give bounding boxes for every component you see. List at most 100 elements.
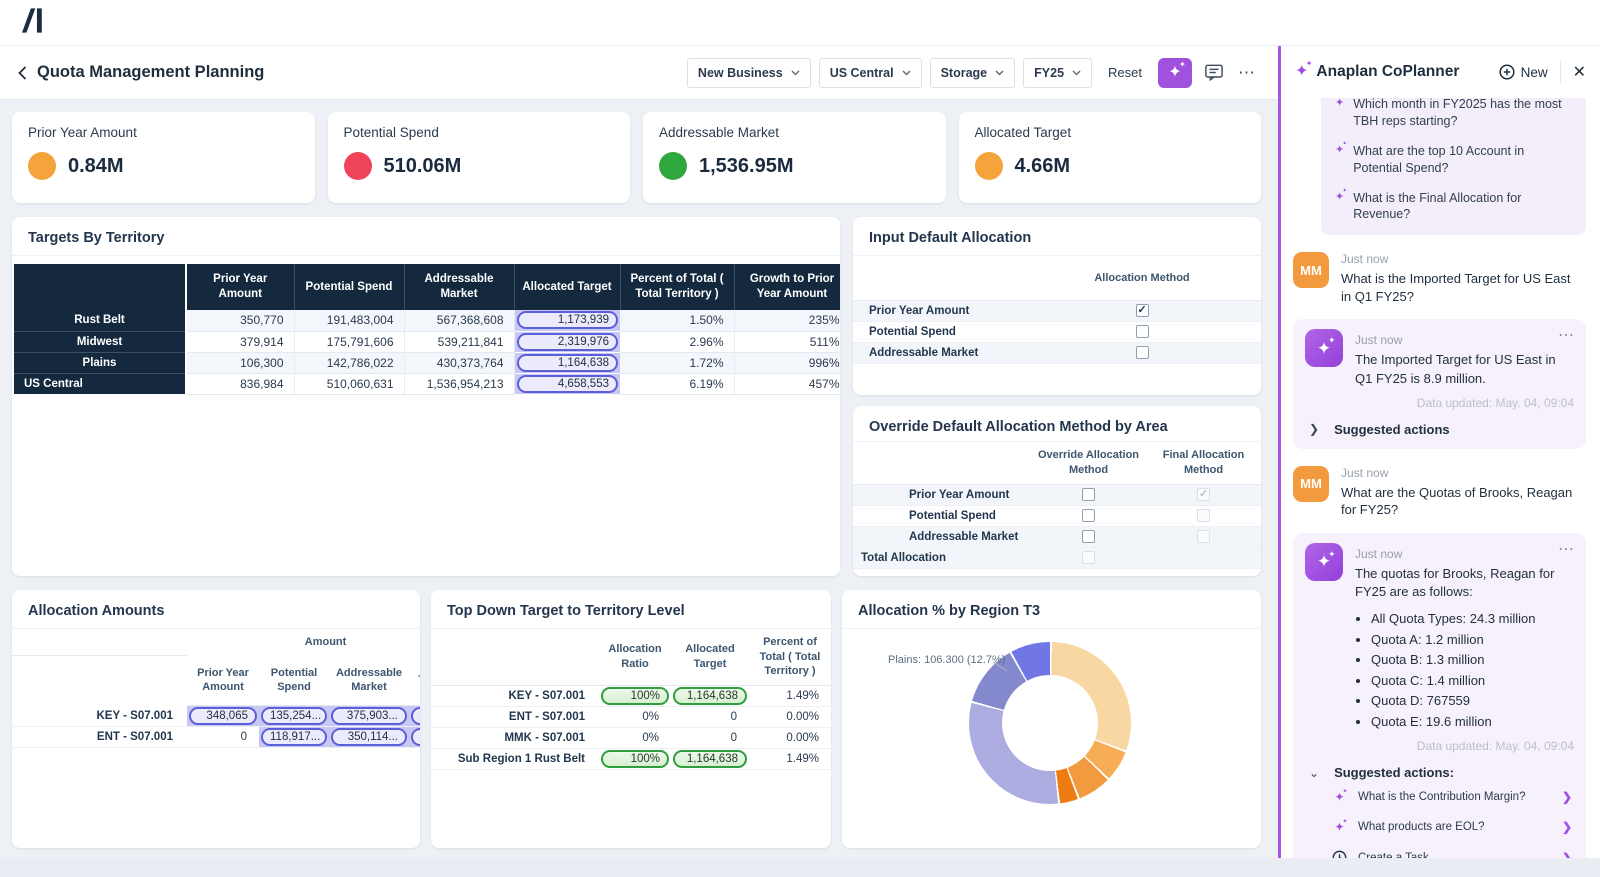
list-item: Quota B: 1.3 million <box>1371 650 1574 670</box>
table-row: Total Allocation <box>853 547 1261 569</box>
reset-button[interactable]: Reset <box>1108 65 1142 80</box>
suggestion-text: What is the Final Allocation for Revenue… <box>1353 190 1522 222</box>
sparkle-icon: ✦ <box>1335 98 1347 130</box>
kpi-card-allocated-target: Allocated Target 4.66M <box>958 112 1261 203</box>
coplanner-header: ✦ Anaplan CoPlanner New ✕ <box>1281 46 1600 98</box>
kpi-label: Potential Spend <box>343 125 439 140</box>
column-header: Addressable Market <box>329 655 409 706</box>
editable-cell[interactable]: 135,254... <box>259 705 329 727</box>
suggestion-item[interactable]: ✦ What are the top 10 Account in Potenti… <box>1335 142 1572 177</box>
editable-cell[interactable]: 1,173,939 <box>514 310 620 332</box>
table-row: Prior Year Amount <box>853 484 1261 506</box>
card-title: Input Default Allocation <box>853 217 1261 256</box>
editable-cell[interactable]: 1,164,638 <box>671 748 749 770</box>
column-header: Override Allocation Method <box>1031 442 1146 485</box>
chevron-down-icon: ⌄ <box>1309 765 1320 780</box>
allocation-method-checkbox[interactable] <box>1135 325 1149 338</box>
close-icon[interactable]: ✕ <box>1573 62 1586 82</box>
allocation-amounts-card: Allocation Amounts Amount Prior Year Amo… <box>12 590 420 848</box>
kpi-value: 510.06M <box>383 154 462 177</box>
message-menu-icon[interactable]: ⋯ <box>1558 539 1574 559</box>
editable-cell[interactable]: 348,065 <box>187 705 259 727</box>
column-header: Allocated Target <box>671 629 749 686</box>
back-button[interactable] <box>18 65 27 80</box>
editable-cell[interactable]: 1,164,638 <box>671 685 749 707</box>
new-conversation-button[interactable]: New <box>1499 64 1548 80</box>
editable-cell[interactable]: 350,114... <box>329 726 409 748</box>
coplanner-title: Anaplan CoPlanner <box>1316 63 1460 80</box>
table-row: Addressable Market <box>853 526 1261 548</box>
ai-message: ⋯ ✦ Just now The Imported Target for US … <box>1293 319 1586 449</box>
action-label: Create a Task <box>1358 851 1429 858</box>
kpi-value: 1,536.95M <box>699 154 794 177</box>
editable-cell[interactable]: 118,917... <box>259 726 329 748</box>
editable-cell[interactable]: 469 <box>409 726 420 748</box>
dashboard-content: Prior Year Amount 0.84M Potential Spend … <box>0 100 1278 858</box>
targets-table: Prior Year Amount Potential Spend Addres… <box>14 264 840 395</box>
editable-cell[interactable]: 2,319,976 <box>514 331 620 353</box>
column-header: T Alloc <box>409 655 420 706</box>
suggestion-text: Which month in FY2025 has the most TBH r… <box>1353 98 1562 128</box>
override-method-checkbox[interactable] <box>1082 530 1095 543</box>
main-area: Quota Management Planning New Business U… <box>0 46 1278 858</box>
editable-cell[interactable]: 100% <box>599 685 671 707</box>
topbar <box>0 0 1600 46</box>
kpi-label: Allocated Target <box>974 125 1072 140</box>
action-label: What is the Contribution Margin? <box>1358 791 1526 804</box>
allocation-method-checkbox[interactable] <box>1135 303 1149 317</box>
override-method-checkbox[interactable] <box>1082 509 1095 522</box>
top-down-target-card: Top Down Target to Territory Level Alloc… <box>431 590 831 848</box>
donut-chart <box>969 642 1131 804</box>
data-updated-note: Data updated: May. 04, 09:04 <box>1416 739 1574 754</box>
chevron-down-icon <box>902 69 911 76</box>
editable-cell[interactable]: 511 <box>409 705 420 727</box>
suggestion-item[interactable]: ✦ Which month in FY2025 has the most TBH… <box>1335 98 1572 130</box>
table-row: Sub Region 1 Rust Belt 100% 1,164,638 1.… <box>431 748 831 770</box>
filter-new-business[interactable]: New Business <box>686 57 811 88</box>
list-item: Quota A: 1.2 million <box>1371 630 1574 650</box>
list-item: Quota D: 767559 <box>1371 691 1574 711</box>
message-text: The Imported Target for US East in Q1 FY… <box>1355 352 1556 386</box>
action-contribution-margin[interactable]: ✦ What is the Contribution Margin? ❯ <box>1331 782 1572 812</box>
kpi-value: 0.84M <box>68 154 124 177</box>
sparkle-icon: ✦ <box>1334 818 1347 833</box>
action-label: What products are EOL? <box>1358 821 1485 834</box>
more-options-button[interactable]: ⋯ <box>1236 63 1258 83</box>
suggestion-item[interactable]: ✦ What is the Final Allocation for Reven… <box>1335 189 1572 224</box>
chevron-down-icon <box>791 69 800 76</box>
action-products-eol[interactable]: ✦ What products are EOL? ❯ <box>1331 812 1572 842</box>
editable-cell[interactable]: 375,903... <box>329 705 409 727</box>
sparkle-icon: ✦ <box>1317 549 1336 570</box>
copilot-sparkle-button[interactable]: ✦ <box>1158 57 1192 88</box>
group-header: Amount <box>304 636 347 648</box>
allocation-method-checkbox[interactable] <box>1135 346 1149 359</box>
override-method-checkbox[interactable] <box>1082 488 1095 501</box>
filter-product[interactable]: Storage <box>929 57 1016 88</box>
row-label: US Central <box>14 373 187 395</box>
card-title: Top Down Target to Territory Level <box>431 590 831 629</box>
coplanner-panel: ✦ Anaplan CoPlanner New ✕ ✦ Which month … <box>1278 46 1600 858</box>
sparkle-icon: ✦ <box>1168 61 1186 81</box>
suggested-actions-label: Suggested actions: <box>1334 765 1454 781</box>
filter-territory[interactable]: US Central <box>818 57 922 88</box>
action-create-task[interactable]: Create a Task ❯ <box>1331 842 1572 858</box>
sparkle-icon: ✦ <box>1317 336 1336 357</box>
filter-year[interactable]: FY25 <box>1023 57 1093 88</box>
table-row: Rust Belt 350,770 191,483,004 567,368,60… <box>14 310 840 332</box>
column-header: Prior Year Amount <box>187 655 259 706</box>
anaplan-logo-icon <box>22 7 43 38</box>
chevron-down-icon <box>995 69 1004 76</box>
message-time: Just now <box>1341 465 1389 480</box>
divider <box>1559 60 1561 84</box>
suggested-actions-toggle[interactable]: ⌄ Suggested actions: <box>1309 765 1574 780</box>
editable-cell[interactable]: 4,658,553 <box>514 373 620 395</box>
sparkle-icon: ✦ <box>1335 142 1347 177</box>
comments-button[interactable] <box>1200 59 1228 87</box>
suggested-actions-toggle[interactable]: ❯ Suggested actions <box>1309 422 1574 437</box>
data-updated-note: Data updated: May. 04, 09:04 <box>1416 395 1574 410</box>
card-title: Allocation % by Region T3 <box>842 590 1261 629</box>
editable-cell[interactable]: 1,164,638 <box>514 352 620 374</box>
message-menu-icon[interactable]: ⋯ <box>1558 325 1574 345</box>
editable-cell[interactable]: 100% <box>599 748 671 770</box>
table-row: MMK - S07.001 0% 0 0.00% <box>431 727 831 749</box>
